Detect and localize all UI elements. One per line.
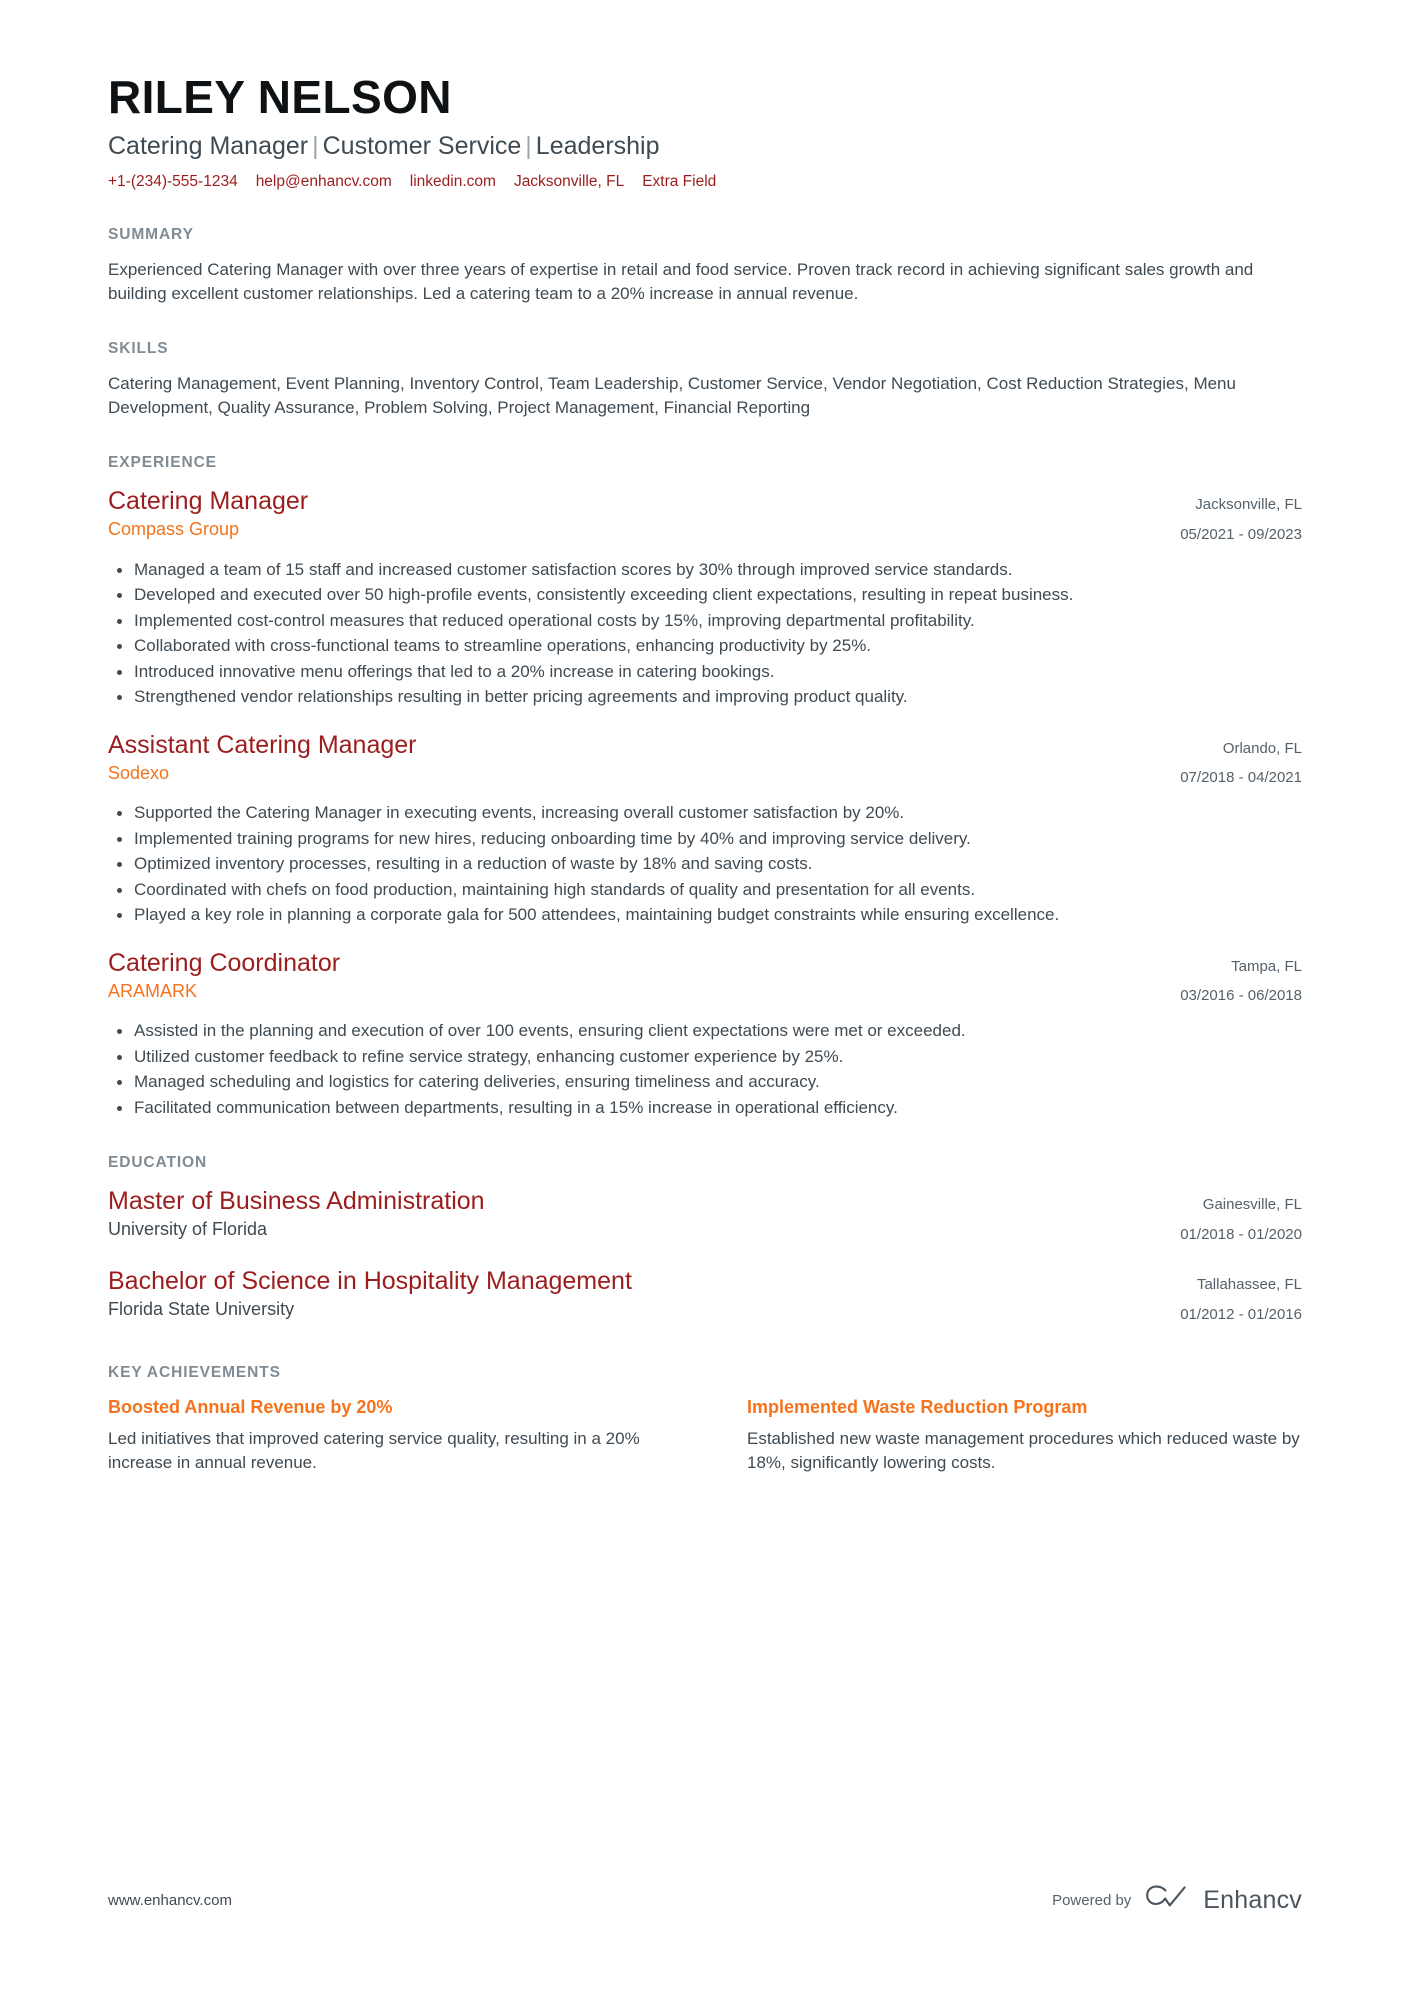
section-title-summary: SUMMARY xyxy=(108,225,194,243)
company-name: Sodexo xyxy=(108,762,170,783)
experience-entry-left: Catering Manager Compass Group xyxy=(108,486,1180,541)
contact-location: Jacksonville, FL xyxy=(513,172,625,190)
education-entry-left: Bachelor of Science in Hospitality Manag… xyxy=(108,1266,1180,1321)
degree-title: Bachelor of Science in Hospitality Manag… xyxy=(108,1267,632,1296)
job-bullet: Strengthened vendor relationships result… xyxy=(108,685,1302,709)
experience-entry: Assistant Catering Manager Sodexo Orland… xyxy=(108,730,1302,928)
job-dates: 03/2016 - 06/2018 xyxy=(1180,986,1302,1004)
education-entry-meta: Tallahassee, FL 01/2012 - 01/2016 xyxy=(1180,1266,1302,1330)
job-title: Assistant Catering Manager xyxy=(108,730,417,759)
job-bullet: Utilized customer feedback to refine ser… xyxy=(108,1045,1302,1069)
experience-entry-head: Catering Coordinator ARAMARK Tampa, FL 0… xyxy=(108,948,1302,1011)
section-key-achievements: KEY ACHIEVEMENTS Boosted Annual Revenue … xyxy=(108,1364,1302,1475)
job-bullet-list: Managed a team of 15 staff and increased… xyxy=(108,558,1302,710)
company-name: Compass Group xyxy=(108,519,240,540)
achievement-title: Boosted Annual Revenue by 20% xyxy=(108,1397,393,1418)
section-summary: SUMMARY Experienced Catering Manager wit… xyxy=(108,226,1302,306)
school-location: Gainesville, FL xyxy=(1202,1196,1302,1214)
headline-part-0: Catering Manager xyxy=(108,131,309,160)
section-title-education: EDUCATION xyxy=(108,1154,208,1172)
candidate-headline: Catering Manager | Customer Service | Leader… xyxy=(108,131,1302,162)
job-bullet: Optimized inventory processes, resulting… xyxy=(108,852,1302,876)
section-education: EDUCATION Master of Business Administrat… xyxy=(108,1154,1302,1330)
skills-text: Catering Management, Event Planning, Inv… xyxy=(108,374,1236,418)
education-entry-meta: Gainesville, FL 01/2018 - 01/2020 xyxy=(1180,1186,1302,1250)
experience-entry: Catering Coordinator ARAMARK Tampa, FL 0… xyxy=(108,948,1302,1120)
job-location: Orlando, FL xyxy=(1222,739,1302,757)
education-entry-head: Master of Business Administration Univer… xyxy=(108,1186,1302,1250)
resume-header: RILEY NELSON Catering Manager | Customer S… xyxy=(108,72,1302,192)
education-entry-head: Bachelor of Science in Hospitality Manag… xyxy=(108,1266,1302,1330)
section-skills: SKILLS Catering Management, Event Planni… xyxy=(108,340,1302,420)
job-bullet: Managed scheduling and logistics for cat… xyxy=(108,1070,1302,1094)
section-experience: EXPERIENCE Catering Manager Compass Grou… xyxy=(108,454,1302,1120)
job-bullet-list: Assisted in the planning and execution o… xyxy=(108,1019,1302,1120)
school-name: Florida State University xyxy=(108,1299,295,1320)
experience-entry-meta: Orlando, FL 07/2018 - 04/2021 xyxy=(1180,730,1302,793)
achievement-description: Established new waste management procedu… xyxy=(747,1428,1300,1472)
achievement-item: Implemented Waste Reduction Program Esta… xyxy=(747,1396,1302,1475)
job-dates: 05/2021 - 09/2023 xyxy=(1180,525,1302,543)
achievements-grid: Boosted Annual Revenue by 20% Led initia… xyxy=(108,1396,1302,1475)
experience-entry-meta: Jacksonville, FL 05/2021 - 09/2023 xyxy=(1180,486,1302,549)
school-dates: 01/2012 - 01/2016 xyxy=(1180,1306,1302,1324)
job-bullet: Introduced innovative menu offerings tha… xyxy=(108,660,1302,684)
summary-text: Experienced Catering Manager with over t… xyxy=(108,259,1254,304)
experience-entry-head: Assistant Catering Manager Sodexo Orland… xyxy=(108,730,1302,793)
job-location: Jacksonville, FL xyxy=(1195,496,1302,514)
experience-entry-left: Assistant Catering Manager Sodexo xyxy=(108,730,1180,785)
section-title-key-achievements: KEY ACHIEVEMENTS xyxy=(108,1364,281,1382)
company-name: ARAMARK xyxy=(108,980,198,1001)
job-location: Tampa, FL xyxy=(1231,957,1302,975)
footer-brand: Powered by Enhancv xyxy=(1052,1884,1302,1917)
headline-separator: | xyxy=(312,131,319,160)
experience-entry-left: Catering Coordinator ARAMARK xyxy=(108,948,1180,1003)
school-location: Tallahassee, FL xyxy=(1196,1276,1302,1294)
resume-page: RILEY NELSON Catering Manager | Customer S… xyxy=(0,0,1410,1995)
headline-part-1: Customer Service xyxy=(322,131,522,160)
education-entry: Master of Business Administration Univer… xyxy=(108,1186,1302,1250)
school-name: University of Florida xyxy=(108,1219,268,1240)
resume-footer: www.enhancv.com Powered by Enhancv xyxy=(108,1884,1302,1917)
job-bullet: Coordinated with chefs on food productio… xyxy=(108,878,1302,902)
achievement-title: Implemented Waste Reduction Program xyxy=(747,1397,1088,1418)
section-title-skills: SKILLS xyxy=(108,340,169,358)
headline-part-2: Leadership xyxy=(535,131,660,160)
job-dates: 07/2018 - 04/2021 xyxy=(1180,769,1302,787)
enhancv-brand-name: Enhancv xyxy=(1203,1886,1302,1914)
contact-email[interactable]: help@enhancv.com xyxy=(256,172,392,192)
headline-separator: | xyxy=(525,131,532,160)
job-bullet: Facilitated communication between depart… xyxy=(108,1096,1302,1120)
job-title: Catering Coordinator xyxy=(108,948,341,977)
candidate-name: RILEY NELSON xyxy=(108,71,452,123)
job-title: Catering Manager xyxy=(108,487,309,516)
job-bullet: Implemented cost-control measures that r… xyxy=(108,609,1302,633)
contact-list: +1-(234)-555-1234 help@enhancv.com linke… xyxy=(108,172,1302,192)
job-bullet: Collaborated with cross-functional teams… xyxy=(108,634,1302,658)
powered-by-label: Powered by xyxy=(1052,1892,1132,1909)
job-bullet-list: Supported the Catering Manager in execut… xyxy=(108,801,1302,927)
job-bullet: Developed and executed over 50 high-prof… xyxy=(108,583,1302,607)
experience-entry-head: Catering Manager Compass Group Jacksonvi… xyxy=(108,486,1302,549)
job-bullet: Managed a team of 15 staff and increased… xyxy=(108,558,1302,582)
section-title-experience: EXPERIENCE xyxy=(108,454,217,472)
job-bullet: Implemented training programs for new hi… xyxy=(108,827,1302,851)
achievement-item: Boosted Annual Revenue by 20% Led initia… xyxy=(108,1396,663,1475)
enhancv-logo-icon xyxy=(1145,1884,1189,1917)
contact-phone[interactable]: +1-(234)-555-1234 xyxy=(108,172,238,192)
education-entry: Bachelor of Science in Hospitality Manag… xyxy=(108,1266,1302,1330)
footer-website-url[interactable]: www.enhancv.com xyxy=(108,1892,232,1909)
experience-entry: Catering Manager Compass Group Jacksonvi… xyxy=(108,486,1302,709)
contact-linkedin[interactable]: linkedin.com xyxy=(410,172,496,192)
job-bullet: Supported the Catering Manager in execut… xyxy=(108,801,1302,825)
experience-entry-meta: Tampa, FL 03/2016 - 06/2018 xyxy=(1180,948,1302,1011)
degree-title: Master of Business Administration xyxy=(108,1187,485,1216)
school-dates: 01/2018 - 01/2020 xyxy=(1180,1226,1302,1244)
achievement-description: Led initiatives that improved catering s… xyxy=(108,1428,640,1472)
education-entry-left: Master of Business Administration Univer… xyxy=(108,1186,1180,1241)
job-bullet: Assisted in the planning and execution o… xyxy=(108,1019,1302,1043)
job-bullet: Played a key role in planning a corporat… xyxy=(108,903,1302,927)
contact-extra-field: Extra Field xyxy=(642,172,717,190)
